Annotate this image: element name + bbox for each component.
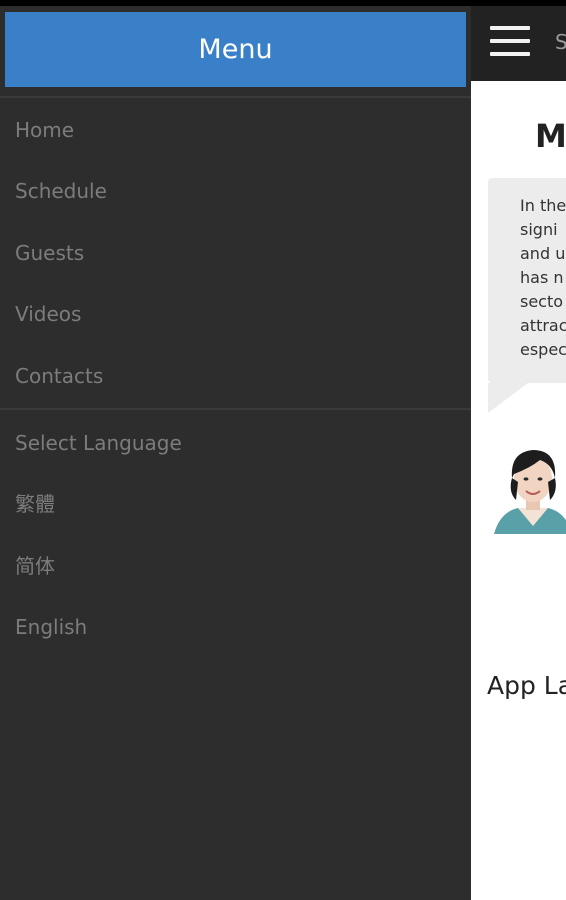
app-bar: S	[471, 6, 566, 81]
message-bubble-tail	[488, 383, 528, 413]
language-traditional-chinese[interactable]: 繁體	[15, 491, 55, 517]
message-line: attrac	[520, 316, 566, 335]
message-line: has n	[520, 268, 564, 287]
nav-item-guests[interactable]: Guests	[15, 240, 84, 266]
language-simplified-chinese[interactable]: 简体	[15, 553, 55, 579]
nav-item-home[interactable]: Home	[15, 117, 74, 143]
navigation-drawer: Menu Home Schedule Guests Videos Contact…	[0, 6, 471, 900]
message-line: secto	[520, 292, 564, 311]
message-line: In the	[520, 196, 566, 215]
menu-header: Menu	[5, 12, 466, 87]
hamburger-menu-icon[interactable]	[490, 26, 530, 56]
app-section-label: App La	[487, 671, 566, 700]
message-line: espec	[520, 340, 566, 359]
divider	[0, 96, 471, 98]
nav-item-contacts[interactable]: Contacts	[15, 363, 103, 389]
nav-item-schedule[interactable]: Schedule	[15, 178, 107, 204]
menu-title: Menu	[198, 34, 273, 65]
language-section-header: Select Language	[15, 431, 182, 455]
message-line: signi	[520, 220, 558, 239]
language-english[interactable]: English	[15, 614, 87, 640]
main-content: S M In the signi and u has n secto attra…	[471, 6, 566, 900]
message-text: In the signi and u has n secto attrac es…	[520, 194, 566, 362]
divider	[0, 408, 471, 410]
nav-item-videos[interactable]: Videos	[15, 301, 81, 327]
message-line: and u	[520, 244, 566, 263]
guest-photo	[488, 434, 566, 534]
app-bar-title: S	[555, 30, 566, 54]
page-heading: M	[535, 117, 566, 155]
